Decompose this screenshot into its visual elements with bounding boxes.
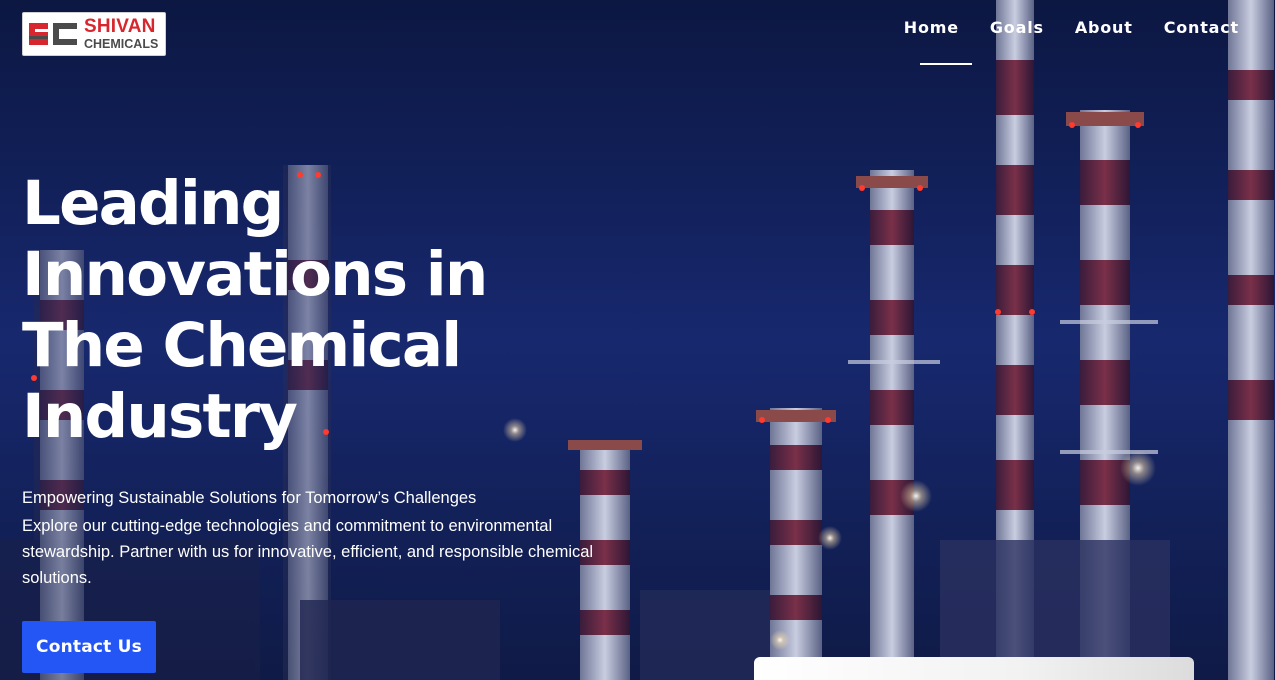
sc-logo-mark-icon: [26, 17, 80, 51]
hero-body-text: Explore our cutting-edge technologies an…: [22, 517, 594, 587]
brand-logo[interactable]: SHIVAN CHEMICALS: [22, 12, 166, 56]
content-card-peek: [754, 657, 1194, 680]
headline-line-4: Industry: [22, 381, 298, 452]
nav-item-home[interactable]: Home: [904, 18, 959, 42]
headline-line-2: Innovations in: [22, 239, 488, 310]
nav-active-indicator: [920, 63, 972, 65]
main-nav: Home Goals About Contact: [904, 18, 1239, 42]
hero-section: SHIVAN CHEMICALS Home Goals About Contac…: [0, 0, 1275, 680]
hero-headline: Leading Innovations in The Chemical Indu…: [22, 168, 582, 452]
hero-subtitle: Empowering Sustainable Solutions for Tom…: [22, 489, 477, 507]
contact-us-button[interactable]: Contact Us: [22, 621, 156, 673]
headline-line-3: The Chemical: [22, 310, 462, 381]
headline-line-1: Leading: [22, 168, 284, 239]
nav-item-contact[interactable]: Contact: [1164, 18, 1239, 42]
nav-item-about[interactable]: About: [1075, 18, 1133, 42]
brand-subtitle: CHEMICALS: [84, 37, 159, 52]
brand-name: SHIVAN: [84, 16, 156, 38]
nav-item-goals[interactable]: Goals: [990, 18, 1044, 42]
